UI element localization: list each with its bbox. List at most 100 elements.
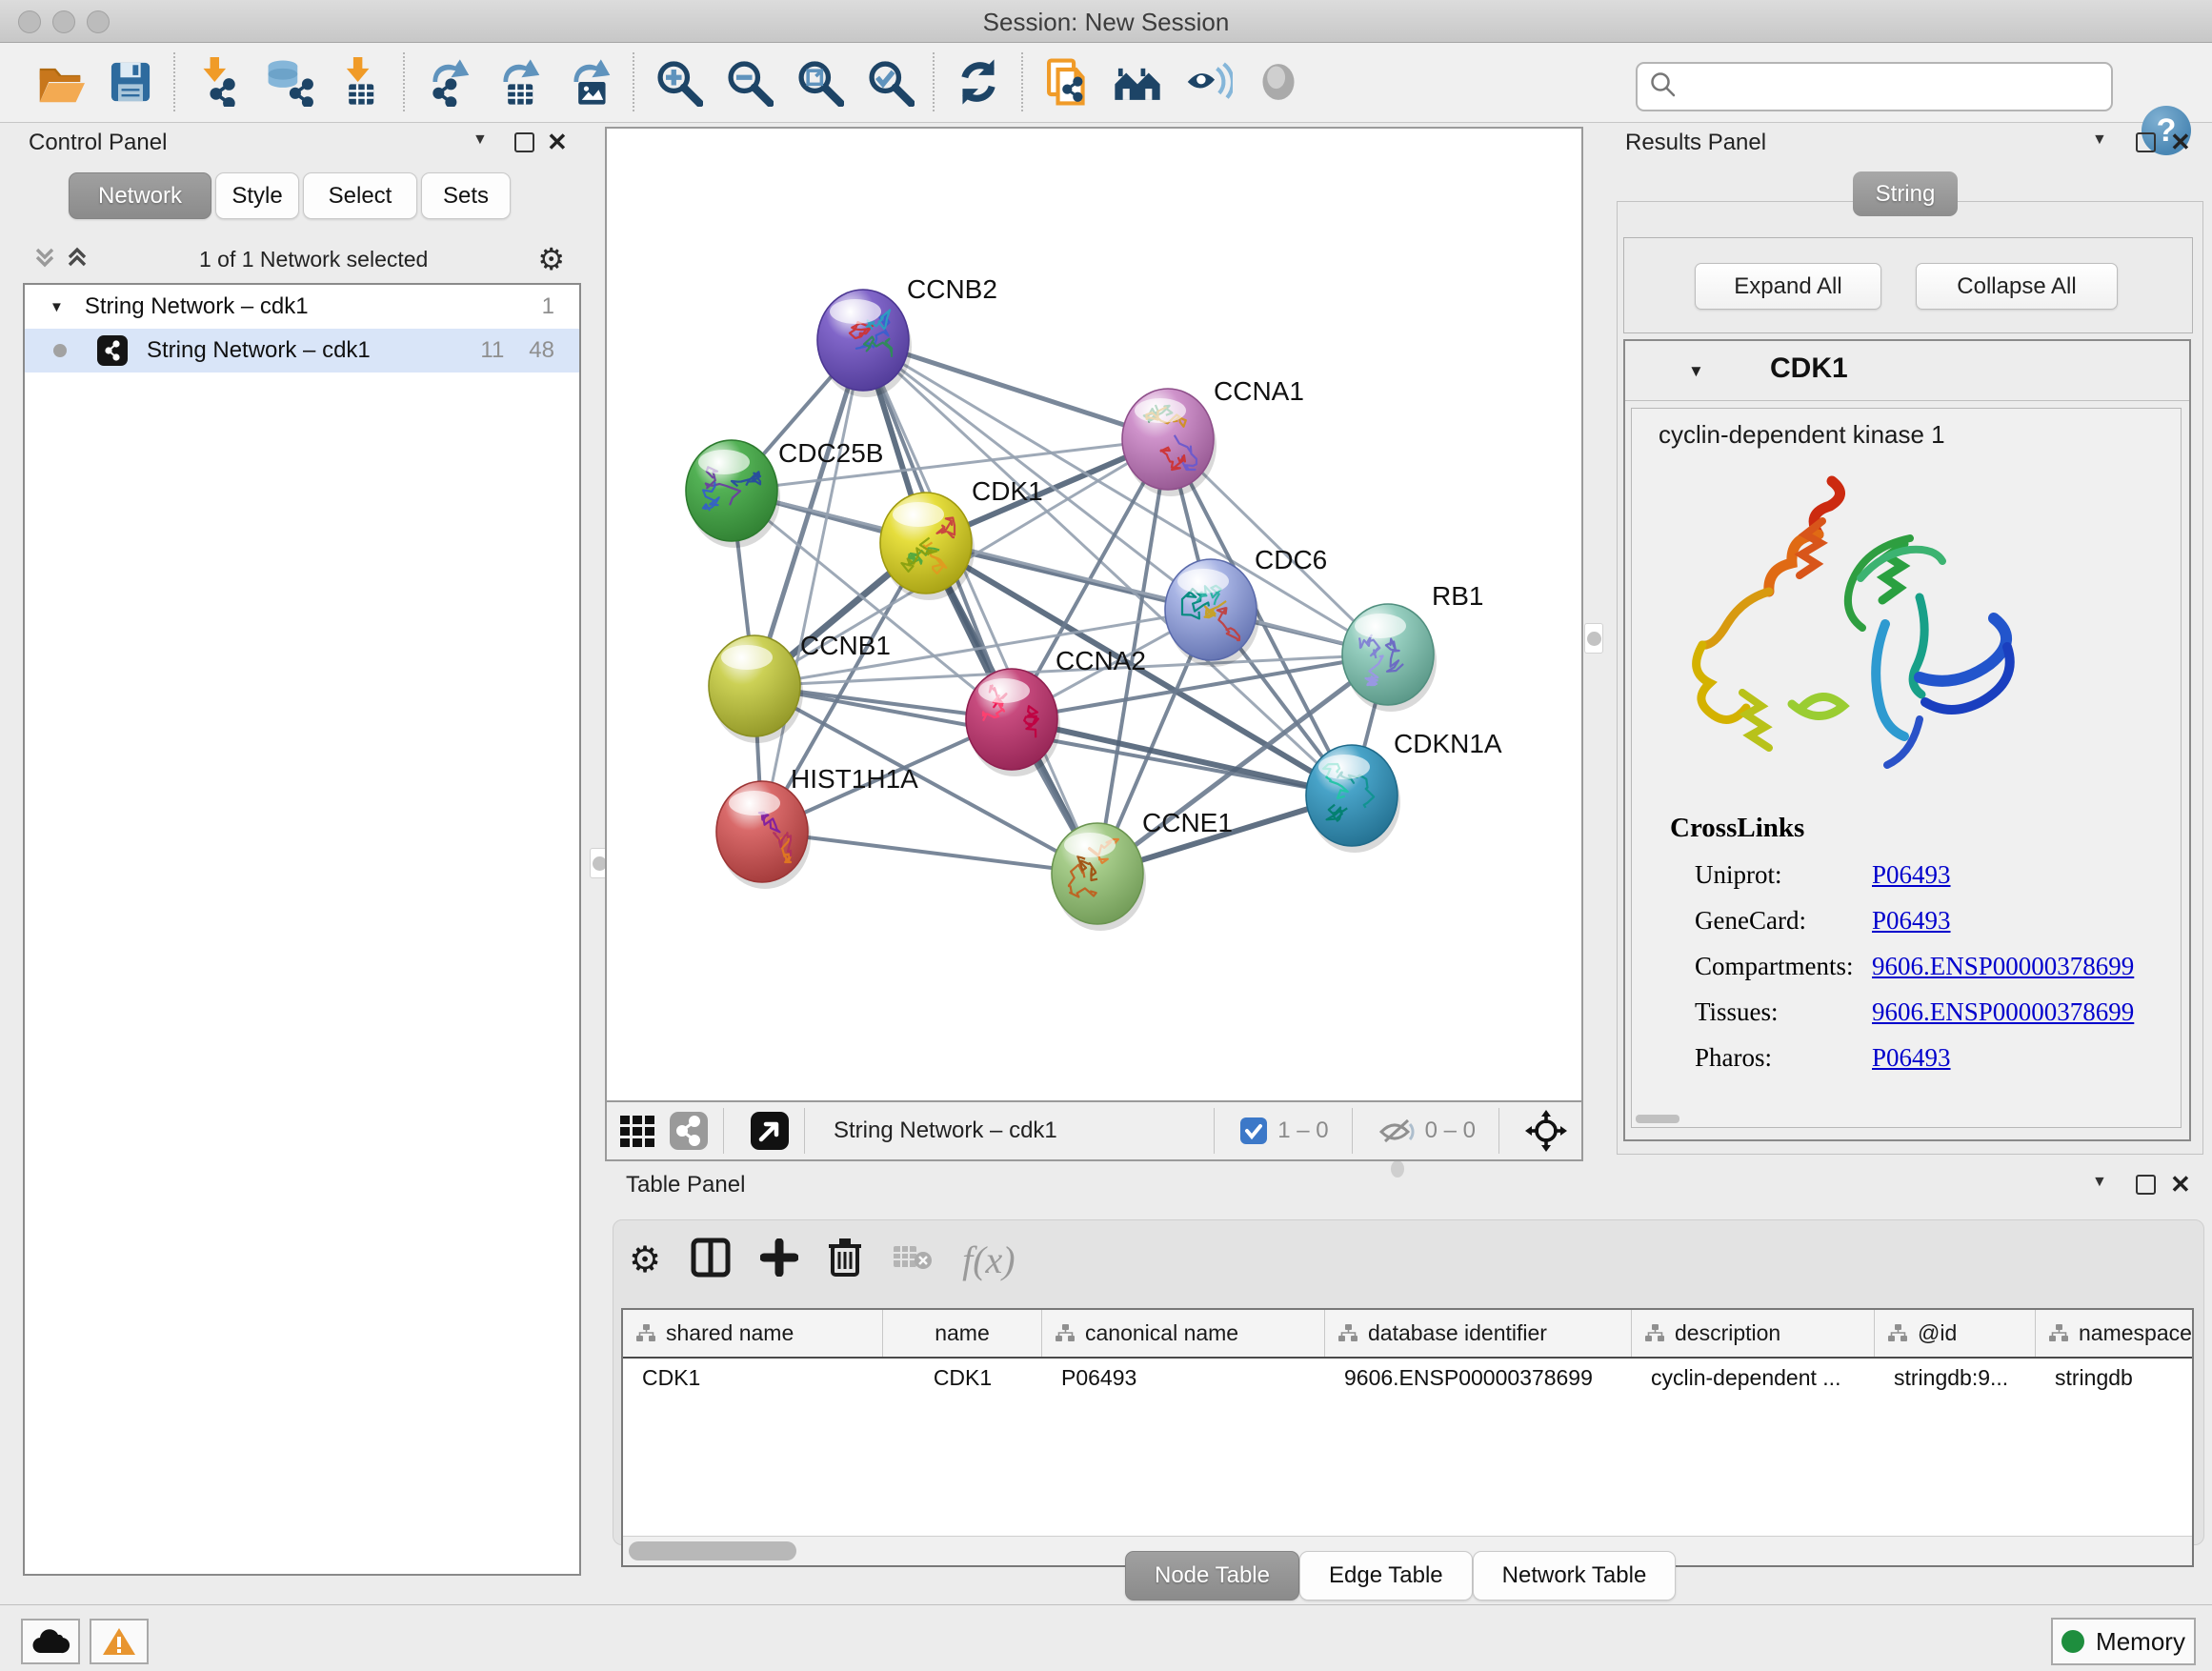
delete-column-trash-icon[interactable] (827, 1237, 863, 1283)
tab-network-table[interactable]: Network Table (1473, 1551, 1677, 1601)
node-HIST1H1A[interactable] (716, 781, 811, 889)
results-panel-float-icon[interactable] (2136, 132, 2156, 152)
column-header-description[interactable]: description (1632, 1310, 1875, 1357)
refresh-button[interactable] (943, 51, 1014, 112)
node-CDC6[interactable] (1165, 559, 1259, 667)
birdseye-view-icon[interactable] (749, 1110, 791, 1152)
cell-namespace[interactable]: stringdb (2036, 1359, 2194, 1397)
tab-string[interactable]: String (1853, 171, 1958, 216)
tab-select[interactable]: Select (303, 172, 417, 219)
table-panel-menu-icon[interactable]: ▼ (2092, 1174, 2107, 1191)
results-hscrollbar-thumb[interactable] (1636, 1115, 1679, 1123)
zoom-fit-button[interactable] (784, 51, 855, 112)
column-header-canonical-name[interactable]: canonical name (1042, 1310, 1325, 1357)
column-type-icon (636, 1324, 656, 1342)
tab-node-table[interactable]: Node Table (1125, 1551, 1299, 1601)
node-CCNE1[interactable] (1052, 823, 1146, 931)
network-tree-row[interactable]: ▼String Network – cdk11 (25, 285, 579, 329)
delete-table-icon (892, 1242, 934, 1278)
search-input[interactable] (1685, 72, 2111, 101)
node-CDKN1A[interactable] (1306, 745, 1400, 853)
add-column-plus-icon[interactable] (760, 1238, 798, 1281)
gene-result-header[interactable]: ▼ CDK1 (1625, 341, 2189, 401)
column-header-shared-name[interactable]: shared name (623, 1310, 883, 1357)
right-divider-handle[interactable] (1584, 623, 1603, 654)
show-graphics-button[interactable] (1173, 51, 1243, 112)
clone-network-button[interactable] (1032, 51, 1102, 112)
crosslink-link[interactable]: P06493 (1872, 1043, 1951, 1073)
crosslink-link[interactable]: P06493 (1872, 906, 1951, 936)
node-CCNB2[interactable] (817, 290, 912, 397)
collapse-all-chevron-icon[interactable] (32, 244, 57, 275)
cloud-status-button[interactable] (21, 1619, 80, 1664)
zoom-selected-button[interactable] (855, 51, 925, 112)
hidden-items-eye-icon[interactable] (1377, 1115, 1416, 1147)
collapse-all-button[interactable]: Collapse All (1916, 263, 2118, 310)
network-view-icon[interactable] (668, 1110, 710, 1152)
results-panel-close-icon[interactable]: ✕ (2170, 130, 2191, 154)
edge-CCNB2-CCNE1[interactable] (863, 340, 1097, 874)
cell-canonical-name[interactable]: P06493 (1042, 1359, 1325, 1397)
network-tree-row[interactable]: String Network – cdk11148 (25, 329, 579, 372)
node-CCNA1[interactable] (1122, 389, 1217, 496)
table-row[interactable]: CDK1CDK1P064939606.ENSP00000378699cyclin… (623, 1359, 2194, 1397)
search-box[interactable] (1636, 62, 2113, 111)
column-header-database-identifier[interactable]: database identifier (1325, 1310, 1632, 1357)
import-network-button[interactable] (184, 51, 254, 112)
selected-nodes-checkbox-icon[interactable] (1239, 1117, 1268, 1145)
warning-status-button[interactable] (90, 1619, 149, 1664)
tree-expander-icon[interactable]: ▼ (50, 299, 64, 315)
table-panel-float-icon[interactable] (2136, 1175, 2156, 1195)
show-columns-icon[interactable] (690, 1237, 732, 1283)
cell--id[interactable]: stringdb:9... (1875, 1359, 2036, 1397)
open-session-button[interactable] (25, 51, 95, 112)
tab-sets[interactable]: Sets (421, 172, 511, 219)
zoom-out-button[interactable] (714, 51, 784, 112)
node-CCNB1[interactable] (709, 635, 803, 743)
tab-network[interactable]: Network (69, 172, 211, 219)
cell-shared-name[interactable]: CDK1 (623, 1359, 883, 1397)
node-table[interactable]: shared namenamecanonical namedatabase id… (621, 1308, 2194, 1567)
tab-edge-table[interactable]: Edge Table (1299, 1551, 1473, 1601)
node-CDK1[interactable] (880, 493, 975, 600)
cell-database-identifier[interactable]: 9606.ENSP00000378699 (1325, 1359, 1632, 1397)
node-CDC25B[interactable] (686, 440, 780, 548)
export-image-button[interactable] (554, 51, 625, 112)
control-panel-float-icon[interactable] (514, 132, 534, 152)
network-canvas[interactable]: CCNB2CCNA1CDC25BCDK1CDC6RB1CCNB1CCNA2CDK… (605, 127, 1583, 1102)
table-panel-close-icon[interactable]: ✕ (2170, 1172, 2191, 1197)
cell-name[interactable]: CDK1 (883, 1359, 1042, 1397)
memory-button[interactable]: Memory (2051, 1618, 2196, 1665)
network-options-gear-icon[interactable]: ⚙ (537, 241, 565, 277)
crosslink-link[interactable]: P06493 (1872, 860, 1951, 890)
save-session-button[interactable] (95, 51, 166, 112)
fit-content-crosshair-icon[interactable] (1524, 1109, 1568, 1153)
edge-HIST1H1A-CCNE1[interactable] (762, 832, 1097, 874)
export-table-button[interactable] (484, 51, 554, 112)
import-table-button[interactable] (325, 51, 395, 112)
expand-all-chevron-icon[interactable] (65, 244, 90, 275)
grid-view-icon[interactable] (618, 1112, 656, 1150)
control-panel-menu-icon[interactable]: ▼ (473, 131, 488, 149)
crosslink-link[interactable]: 9606.ENSP00000378699 (1872, 952, 2134, 981)
node-CCNA2[interactable] (966, 669, 1060, 776)
tab-style[interactable]: Style (215, 172, 299, 219)
results-panel-menu-icon[interactable]: ▼ (2092, 131, 2107, 149)
collapse-caret-icon[interactable]: ▼ (1688, 362, 1704, 381)
horizontal-divider-handle[interactable] (1391, 1160, 1404, 1178)
column-header-name[interactable]: name (883, 1310, 1042, 1357)
hide-graphics-button[interactable] (1243, 51, 1314, 112)
zoom-in-button[interactable] (643, 51, 714, 112)
column-header-namespace[interactable]: namespace (2036, 1310, 2194, 1357)
control-panel-close-icon[interactable]: ✕ (547, 130, 568, 154)
string-home-button[interactable] (1102, 51, 1173, 112)
import-database-button[interactable] (254, 51, 325, 112)
crosslink-link[interactable]: 9606.ENSP00000378699 (1872, 997, 2134, 1027)
table-hscrollbar-thumb[interactable] (629, 1541, 796, 1560)
export-network-button[interactable] (413, 51, 484, 112)
node-RB1[interactable] (1342, 604, 1437, 712)
column-header--id[interactable]: @id (1875, 1310, 2036, 1357)
expand-all-button[interactable]: Expand All (1695, 263, 1881, 310)
table-settings-gear-icon[interactable]: ⚙ (629, 1238, 661, 1281)
cell-description[interactable]: cyclin-dependent ... (1632, 1359, 1875, 1397)
